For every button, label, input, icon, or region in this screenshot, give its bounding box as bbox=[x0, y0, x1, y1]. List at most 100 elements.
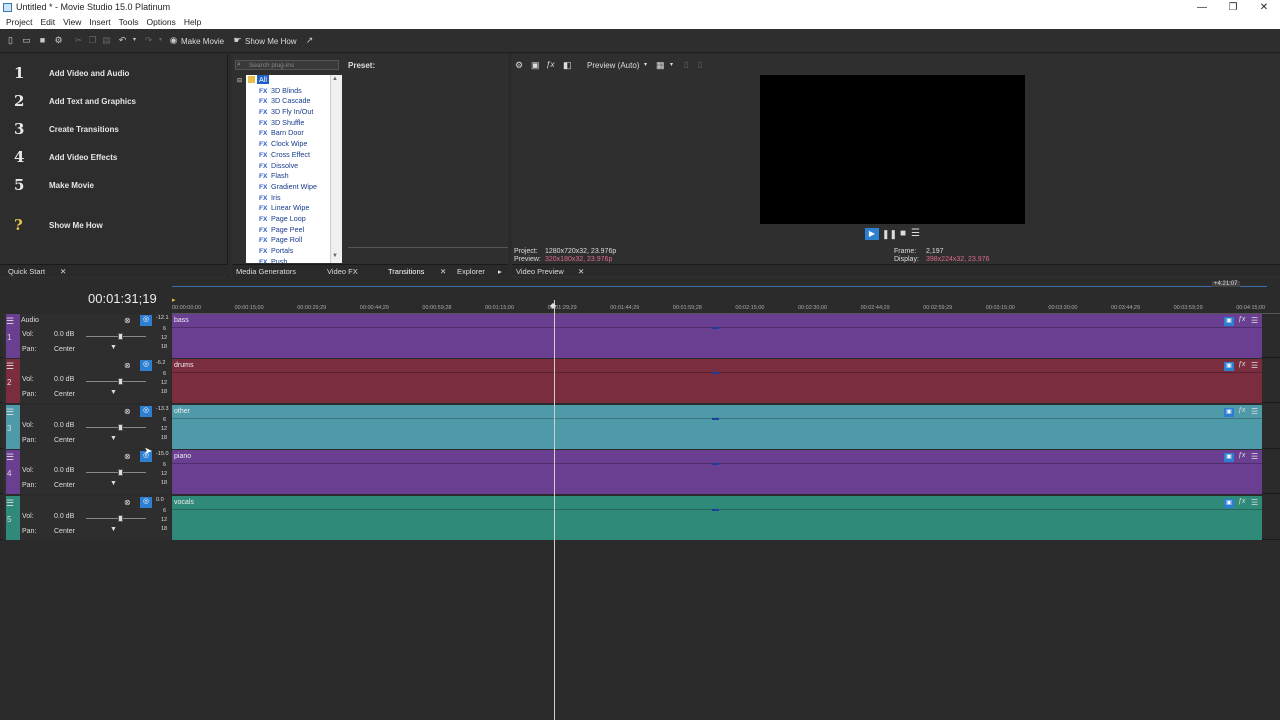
clip-fx-icon[interactable]: ƒx bbox=[1238, 407, 1245, 414]
copy-icon[interactable]: ❐ bbox=[88, 36, 97, 45]
track-header[interactable]: ☰ 2 ⊗ ◎ Vol: 0.0 dB Pan: Center ▼ -6.2 6 12 18 bbox=[3, 359, 171, 404]
clip-menu-icon[interactable]: ☰ bbox=[1251, 407, 1258, 416]
pan-slider-icon[interactable]: ▼ bbox=[110, 480, 117, 487]
clip-lock-icon[interactable]: ▣ bbox=[1224, 362, 1234, 372]
track-header[interactable]: ☰ 3 ⊗ ◎ Vol: 0.0 dB Pan: Center ▼ -13.3 6 12 18 bbox=[3, 404, 171, 449]
track-menu-icon[interactable]: ☰ bbox=[6, 452, 14, 463]
gear-icon[interactable]: ⚙ bbox=[54, 36, 63, 45]
time-ruler[interactable]: 00:00:00;00 00:00:15;00 00:00:29;29 00:00:4… bbox=[172, 302, 1280, 314]
tab-media-generators[interactable]: Media Generators bbox=[236, 267, 296, 276]
tab-quick-start[interactable]: Quick Start bbox=[8, 267, 45, 276]
tab-scroll-right-icon[interactable]: ▸ bbox=[498, 267, 502, 276]
overview-bar[interactable] bbox=[172, 284, 1267, 287]
menu-options[interactable]: Options bbox=[145, 15, 178, 29]
menu-view[interactable]: View bbox=[61, 15, 83, 29]
external-monitor-icon[interactable]: ▣ bbox=[531, 60, 540, 71]
menu-edit[interactable]: Edit bbox=[38, 15, 57, 29]
transition-item[interactable]: FX Dissolve bbox=[246, 161, 342, 172]
tab-video-preview[interactable]: Video Preview bbox=[516, 267, 564, 276]
tab-transitions[interactable]: Transitions bbox=[388, 267, 424, 276]
search-input[interactable]: ⌕ Search plug-ins bbox=[235, 60, 339, 70]
mute-icon[interactable]: ⊗ bbox=[124, 316, 131, 325]
clip-menu-icon[interactable]: ☰ bbox=[1251, 452, 1258, 461]
cut-icon[interactable]: ✂ bbox=[74, 36, 83, 45]
show-me-how-button[interactable]: Show Me How bbox=[245, 37, 297, 46]
tree-root[interactable]: All bbox=[246, 75, 342, 86]
transition-item[interactable]: FX 3D Fly In/Out bbox=[246, 107, 342, 118]
close-icon[interactable]: ✕ bbox=[578, 267, 584, 276]
restore-button[interactable]: ❐ bbox=[1217, 0, 1249, 15]
pan-slider-icon[interactable]: ▼ bbox=[110, 344, 117, 351]
solo-icon[interactable]: ◎ bbox=[140, 496, 152, 508]
transition-item[interactable]: FX Cross Effect bbox=[246, 150, 342, 161]
pan-slider-icon[interactable]: ▼ bbox=[110, 389, 117, 396]
clip-menu-icon[interactable]: ☰ bbox=[1251, 316, 1258, 325]
close-button[interactable]: ✕ bbox=[1248, 0, 1280, 15]
menu-help[interactable]: Help bbox=[182, 15, 203, 29]
track-menu-icon[interactable]: ☰ bbox=[6, 498, 14, 509]
pause-button[interactable]: ❚❚ bbox=[882, 229, 897, 240]
make-movie-button[interactable]: Make Movie bbox=[181, 37, 224, 46]
vol-slider-track[interactable] bbox=[86, 472, 146, 474]
qs-make-movie[interactable]: 5 Make Movie bbox=[14, 175, 214, 195]
vol-slider-knob[interactable] bbox=[118, 378, 123, 386]
vol-slider-knob[interactable] bbox=[118, 333, 123, 340]
transition-item[interactable]: FX Clock Wipe bbox=[246, 139, 342, 150]
preview-quality-dropdown[interactable]: Preview (Auto) bbox=[587, 61, 639, 70]
gear-icon[interactable]: ⚙ bbox=[515, 60, 523, 71]
transition-item[interactable]: FX 3D Cascade bbox=[246, 96, 342, 107]
fx-icon[interactable]: ƒx bbox=[546, 60, 554, 69]
qs-add-text-graphics[interactable]: 2 Add Text and Graphics bbox=[14, 91, 214, 111]
qs-show-me-how[interactable]: ? Show Me How bbox=[14, 215, 214, 235]
qs-create-transitions[interactable]: 3 Create Transitions bbox=[14, 119, 214, 139]
playhead[interactable] bbox=[554, 300, 555, 720]
scroll-down-icon[interactable]: ▼ bbox=[332, 253, 338, 259]
play-button[interactable]: ▶ bbox=[865, 228, 879, 240]
vol-slider-knob[interactable] bbox=[118, 514, 123, 522]
help-pointer-icon[interactable]: ↗ bbox=[305, 36, 314, 45]
make-movie-icon[interactable]: ◉ bbox=[169, 36, 178, 45]
mute-icon[interactable]: ⊗ bbox=[124, 498, 131, 507]
mute-icon[interactable]: ⊗ bbox=[124, 361, 131, 370]
transition-item[interactable]: FX Page Peel bbox=[246, 225, 342, 236]
pan-slider-icon[interactable]: ▼ bbox=[110, 435, 117, 442]
menu-icon[interactable]: ☰ bbox=[911, 228, 920, 239]
clip-lock-icon[interactable]: ▣ bbox=[1224, 498, 1234, 508]
transition-item[interactable]: FX Barn Door bbox=[246, 128, 342, 139]
close-icon[interactable]: ✕ bbox=[440, 267, 446, 276]
clip-lock-icon[interactable]: ▣ bbox=[1224, 453, 1234, 463]
volume-envelope-handle[interactable]: ▬ bbox=[712, 415, 719, 422]
clip-lock-icon[interactable]: ▣ bbox=[1224, 317, 1234, 326]
transition-item[interactable]: FX Push bbox=[246, 257, 342, 263]
transition-item[interactable]: FX 3D Blinds bbox=[246, 86, 342, 97]
save-frame-icon[interactable]: ▯ bbox=[698, 60, 702, 69]
tab-explorer[interactable]: Explorer bbox=[457, 267, 485, 276]
solo-icon[interactable]: ◎ bbox=[140, 360, 152, 372]
audio-clip[interactable]: piano ▬ ▣ ƒx ☰ bbox=[172, 450, 1262, 495]
tab-video-fx[interactable]: Video FX bbox=[327, 267, 358, 276]
chevron-down-icon[interactable]: ▾ bbox=[670, 61, 673, 68]
clip-fx-icon[interactable]: ƒx bbox=[1238, 361, 1245, 368]
stop-button[interactable]: ■ bbox=[900, 228, 906, 239]
track-header[interactable]: ☰ 5 ⊗ ◎ Vol: 0.0 dB Pan: Center ▼ 0.0 6 12 18 bbox=[3, 495, 171, 540]
vol-slider-track[interactable] bbox=[86, 517, 146, 519]
grid-icon[interactable]: ▦ bbox=[656, 60, 665, 71]
mute-icon[interactable]: ⊗ bbox=[124, 452, 131, 461]
playhead-handle-icon[interactable]: ◆ bbox=[550, 301, 556, 310]
copy-frame-icon[interactable]: ▯ bbox=[684, 60, 688, 69]
solo-icon[interactable]: ◎ bbox=[140, 315, 152, 326]
volume-envelope-handle[interactable]: ▬ bbox=[712, 460, 719, 467]
mute-icon[interactable]: ⊗ bbox=[124, 407, 131, 416]
audio-clip[interactable]: bass ▬ ▣ ƒx ☰ bbox=[172, 314, 1262, 358]
redo-icon[interactable]: ↷ bbox=[144, 36, 153, 45]
audio-clip[interactable]: vocals ▬ ▣ ƒx ☰ bbox=[172, 495, 1262, 540]
redo-dropdown-icon[interactable]: ▾ bbox=[156, 36, 165, 45]
transition-item[interactable]: FX Page Loop bbox=[246, 214, 342, 225]
track-name[interactable]: Audio bbox=[21, 317, 39, 324]
track-header[interactable]: ☰ 1 Audio ⊗ ◎ Vol: 0.0 dB Pan: Center ▼ -12.1 6 12 18 bbox=[3, 314, 171, 358]
transition-item[interactable]: FX Flash bbox=[246, 171, 342, 182]
menu-tools[interactable]: Tools bbox=[117, 15, 141, 29]
menu-insert[interactable]: Insert bbox=[87, 15, 112, 29]
transition-item[interactable]: FX Linear Wipe bbox=[246, 203, 342, 214]
save-icon[interactable]: ■ bbox=[38, 36, 47, 45]
